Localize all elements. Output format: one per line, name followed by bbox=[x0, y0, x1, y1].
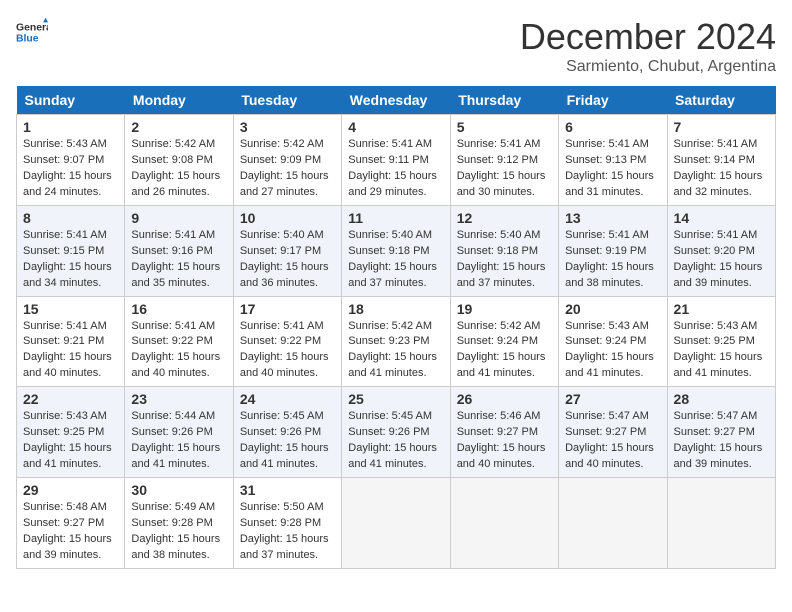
table-cell: 1 Sunrise: 5:43 AMSunset: 9:07 PMDayligh… bbox=[17, 115, 125, 206]
table-cell: 21 Sunrise: 5:43 AMSunset: 9:25 PMDaylig… bbox=[667, 296, 775, 387]
calendar-row: 29 Sunrise: 5:48 AMSunset: 9:27 PMDaylig… bbox=[17, 478, 776, 569]
logo: General Blue bbox=[16, 16, 48, 48]
table-cell: 25 Sunrise: 5:45 AMSunset: 9:26 PMDaylig… bbox=[342, 387, 450, 478]
table-cell: 6 Sunrise: 5:41 AMSunset: 9:13 PMDayligh… bbox=[559, 115, 667, 206]
table-cell bbox=[342, 478, 450, 569]
table-cell bbox=[559, 478, 667, 569]
table-cell: 8 Sunrise: 5:41 AMSunset: 9:15 PMDayligh… bbox=[17, 205, 125, 296]
calendar-row: 15 Sunrise: 5:41 AMSunset: 9:21 PMDaylig… bbox=[17, 296, 776, 387]
table-cell: 30 Sunrise: 5:49 AMSunset: 9:28 PMDaylig… bbox=[125, 478, 233, 569]
table-cell: 26 Sunrise: 5:46 AMSunset: 9:27 PMDaylig… bbox=[450, 387, 558, 478]
table-cell: 3 Sunrise: 5:42 AMSunset: 9:09 PMDayligh… bbox=[233, 115, 341, 206]
logo-icon: General Blue bbox=[16, 16, 48, 48]
col-sunday: Sunday bbox=[17, 86, 125, 115]
month-title: December 2024 bbox=[520, 16, 776, 58]
svg-text:Blue: Blue bbox=[16, 34, 39, 45]
table-cell: 20 Sunrise: 5:43 AMSunset: 9:24 PMDaylig… bbox=[559, 296, 667, 387]
calendar-table: Sunday Monday Tuesday Wednesday Thursday… bbox=[16, 86, 776, 569]
table-cell: 15 Sunrise: 5:41 AMSunset: 9:21 PMDaylig… bbox=[17, 296, 125, 387]
location-title: Sarmiento, Chubut, Argentina bbox=[520, 58, 776, 76]
svg-text:General: General bbox=[16, 22, 48, 33]
table-cell: 12 Sunrise: 5:40 AMSunset: 9:18 PMDaylig… bbox=[450, 205, 558, 296]
col-monday: Monday bbox=[125, 86, 233, 115]
table-cell: 31 Sunrise: 5:50 AMSunset: 9:28 PMDaylig… bbox=[233, 478, 341, 569]
table-cell: 2 Sunrise: 5:42 AMSunset: 9:08 PMDayligh… bbox=[125, 115, 233, 206]
col-saturday: Saturday bbox=[667, 86, 775, 115]
table-cell bbox=[667, 478, 775, 569]
table-cell: 7 Sunrise: 5:41 AMSunset: 9:14 PMDayligh… bbox=[667, 115, 775, 206]
calendar-row: 1 Sunrise: 5:43 AMSunset: 9:07 PMDayligh… bbox=[17, 115, 776, 206]
table-cell: 9 Sunrise: 5:41 AMSunset: 9:16 PMDayligh… bbox=[125, 205, 233, 296]
col-tuesday: Tuesday bbox=[233, 86, 341, 115]
col-wednesday: Wednesday bbox=[342, 86, 450, 115]
table-cell: 4 Sunrise: 5:41 AMSunset: 9:11 PMDayligh… bbox=[342, 115, 450, 206]
table-cell: 22 Sunrise: 5:43 AMSunset: 9:25 PMDaylig… bbox=[17, 387, 125, 478]
table-cell: 23 Sunrise: 5:44 AMSunset: 9:26 PMDaylig… bbox=[125, 387, 233, 478]
header-row: Sunday Monday Tuesday Wednesday Thursday… bbox=[17, 86, 776, 115]
table-cell: 5 Sunrise: 5:41 AMSunset: 9:12 PMDayligh… bbox=[450, 115, 558, 206]
col-thursday: Thursday bbox=[450, 86, 558, 115]
table-cell: 16 Sunrise: 5:41 AMSunset: 9:22 PMDaylig… bbox=[125, 296, 233, 387]
table-cell bbox=[450, 478, 558, 569]
table-cell: 27 Sunrise: 5:47 AMSunset: 9:27 PMDaylig… bbox=[559, 387, 667, 478]
table-cell: 29 Sunrise: 5:48 AMSunset: 9:27 PMDaylig… bbox=[17, 478, 125, 569]
title-area: December 2024 Sarmiento, Chubut, Argenti… bbox=[520, 16, 776, 76]
header: General Blue December 2024 Sarmiento, Ch… bbox=[16, 16, 776, 76]
table-cell: 14 Sunrise: 5:41 AMSunset: 9:20 PMDaylig… bbox=[667, 205, 775, 296]
calendar-row: 22 Sunrise: 5:43 AMSunset: 9:25 PMDaylig… bbox=[17, 387, 776, 478]
table-cell: 18 Sunrise: 5:42 AMSunset: 9:23 PMDaylig… bbox=[342, 296, 450, 387]
table-cell: 24 Sunrise: 5:45 AMSunset: 9:26 PMDaylig… bbox=[233, 387, 341, 478]
calendar-row: 8 Sunrise: 5:41 AMSunset: 9:15 PMDayligh… bbox=[17, 205, 776, 296]
table-cell: 17 Sunrise: 5:41 AMSunset: 9:22 PMDaylig… bbox=[233, 296, 341, 387]
table-cell: 13 Sunrise: 5:41 AMSunset: 9:19 PMDaylig… bbox=[559, 205, 667, 296]
table-cell: 10 Sunrise: 5:40 AMSunset: 9:17 PMDaylig… bbox=[233, 205, 341, 296]
calendar-body: 1 Sunrise: 5:43 AMSunset: 9:07 PMDayligh… bbox=[17, 115, 776, 569]
table-cell: 19 Sunrise: 5:42 AMSunset: 9:24 PMDaylig… bbox=[450, 296, 558, 387]
table-cell: 28 Sunrise: 5:47 AMSunset: 9:27 PMDaylig… bbox=[667, 387, 775, 478]
col-friday: Friday bbox=[559, 86, 667, 115]
table-cell: 11 Sunrise: 5:40 AMSunset: 9:18 PMDaylig… bbox=[342, 205, 450, 296]
